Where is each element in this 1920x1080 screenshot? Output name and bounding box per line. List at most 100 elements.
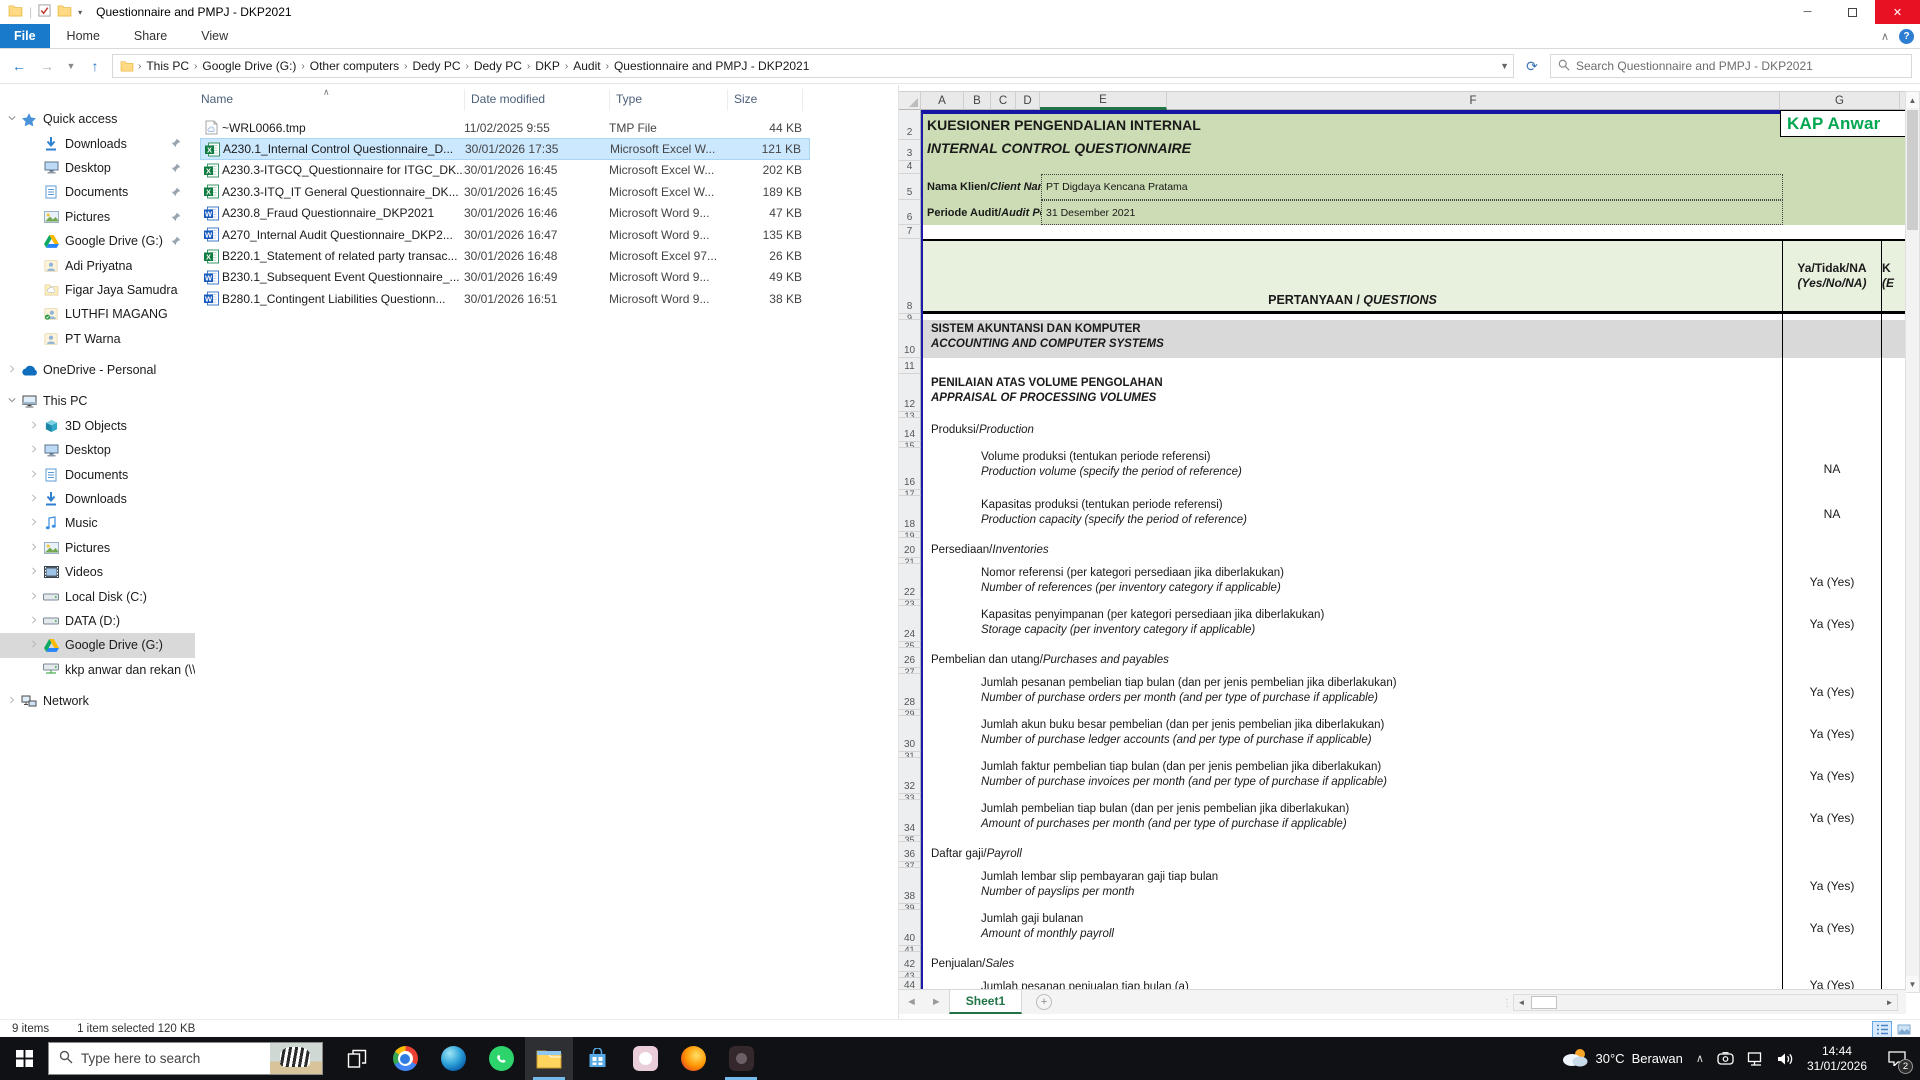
chevron-right-icon[interactable] [26, 592, 42, 602]
file-row[interactable]: XB220.1_Statement of related party trans… [200, 245, 810, 266]
scroll-left-icon[interactable]: ◄ [1514, 998, 1529, 1007]
sidebar-item-pt-warna[interactable]: PT Warna [0, 327, 195, 351]
sidebar-item-desktop[interactable]: Desktop [0, 438, 195, 462]
sidebar-item-google-drive-g[interactable]: Google Drive (G:) [0, 229, 195, 253]
chevron-right-icon[interactable] [26, 567, 42, 577]
chevron-right-icon[interactable] [26, 421, 42, 431]
add-sheet-icon[interactable]: + [1036, 994, 1052, 1010]
new-folder-icon[interactable] [57, 4, 72, 20]
breadcrumb-item[interactable]: DKP [531, 59, 564, 73]
volume-icon[interactable] [1777, 1052, 1794, 1066]
sidebar-item-music[interactable]: Music [0, 511, 195, 535]
breadcrumb-item[interactable]: This PC [142, 59, 193, 73]
sidebar-item-pictures[interactable]: Pictures [0, 536, 195, 560]
scroll-down-icon[interactable]: ▼ [1906, 976, 1919, 992]
start-button[interactable] [0, 1037, 48, 1080]
maximize-button[interactable] [1830, 0, 1875, 24]
sidebar-item-this-pc[interactable]: This PC [0, 389, 195, 413]
column-header-size[interactable]: Size [728, 89, 803, 111]
forward-button[interactable]: → [36, 55, 58, 77]
chevron-down-icon[interactable] [4, 114, 20, 124]
file-row[interactable]: XA230.3-ITQ_IT General Questionnaire_DK.… [200, 181, 810, 202]
sidebar-item-onedrive-personal[interactable]: OneDrive - Personal [0, 358, 195, 382]
breadcrumb-item[interactable]: Google Drive (G:) [198, 59, 300, 73]
menu-tab-home[interactable]: Home [50, 24, 117, 48]
sidebar-item-data-d[interactable]: DATA (D:) [0, 609, 195, 633]
sidebar-item-luthfi-magang[interactable]: LUTHFI MAGANG [0, 302, 195, 326]
chevron-down-icon[interactable] [4, 396, 20, 406]
close-button[interactable]: ✕ [1875, 0, 1920, 24]
preview-vertical-scrollbar[interactable]: ▲ ▼ [1905, 91, 1920, 993]
vertical-scrollbar-thumb[interactable] [1907, 110, 1918, 230]
chevron-right-icon[interactable] [26, 494, 42, 504]
dark-app-taskbar-icon[interactable] [717, 1037, 765, 1080]
search-highlight-image[interactable] [270, 1043, 322, 1074]
breadcrumb-item[interactable]: Dedy PC [470, 59, 526, 73]
chevron-right-icon[interactable] [26, 543, 42, 553]
menu-tab-file[interactable]: File [0, 24, 50, 48]
column-header-date-modified[interactable]: Date modified [465, 89, 610, 111]
back-button[interactable]: ← [8, 55, 30, 77]
breadcrumb-item[interactable]: Dedy PC [408, 59, 464, 73]
properties-check-icon[interactable] [38, 4, 51, 20]
whatsapp-taskbar-icon[interactable] [477, 1037, 525, 1080]
sidebar-item-pictures[interactable]: Pictures [0, 205, 195, 229]
sidebar-item-documents[interactable]: Documents [0, 462, 195, 486]
file-row[interactable]: WA270_Internal Audit Questionnaire_DKP2.… [200, 224, 810, 245]
file-row[interactable]: WB230.1_Subsequent Event Questionnaire_.… [200, 267, 810, 288]
clock[interactable]: 14:44 31/01/2026 [1807, 1044, 1867, 1074]
horizontal-scrollbar-thumb[interactable] [1531, 996, 1557, 1009]
meet-now-icon[interactable] [1717, 1052, 1734, 1065]
chevron-right-icon[interactable] [26, 518, 42, 528]
refresh-icon[interactable]: ⟳ [1520, 55, 1544, 77]
recent-locations-caret-icon[interactable]: ▼ [64, 55, 78, 77]
customize-toolbar-caret-icon[interactable]: ▾ [78, 8, 82, 17]
scroll-right-icon[interactable]: ► [1882, 998, 1897, 1007]
sheet-nav-right-icon[interactable]: ► [924, 996, 949, 1008]
sidebar-item-downloads[interactable]: Downloads [0, 131, 195, 155]
pink-app-taskbar-icon[interactable] [621, 1037, 669, 1080]
chevron-right-icon[interactable] [26, 616, 42, 626]
sidebar-item-figar-jaya-samudra[interactable]: Figar Jaya Samudra [0, 278, 195, 302]
chevron-right-icon[interactable] [4, 365, 20, 375]
breadcrumb-item[interactable]: Other computers [306, 59, 403, 73]
chevron-right-icon[interactable] [26, 640, 42, 650]
sidebar-item-adi-priyatna[interactable]: Adi Priyatna [0, 253, 195, 277]
help-icon[interactable]: ? [1899, 29, 1914, 44]
file-row[interactable]: XA230.1_Internal Control Questionnaire_D… [200, 138, 810, 159]
chevron-right-icon[interactable] [26, 445, 42, 455]
weather-widget[interactable]: 30°C Berawan [1562, 1047, 1683, 1070]
menu-tab-view[interactable]: View [184, 24, 245, 48]
file-row[interactable]: ~WRL0066.tmp11/02/2025 9:55TMP File44 KB [200, 117, 810, 138]
file-row[interactable]: WA230.8_Fraud Questionnaire_DKP202130/01… [200, 203, 810, 224]
tray-expand-icon[interactable]: ∧ [1696, 1052, 1704, 1065]
microsoft-store-taskbar-icon[interactable] [573, 1037, 621, 1080]
preview-horizontal-scrollbar[interactable]: ⋮ ◄ ► [1513, 994, 1898, 1011]
sidebar-item-desktop[interactable]: Desktop [0, 156, 195, 180]
sidebar-item-network[interactable]: Network [0, 689, 195, 713]
scroll-up-icon[interactable]: ▲ [1906, 92, 1919, 108]
action-center-button[interactable]: 2 [1880, 1037, 1914, 1080]
column-header-type[interactable]: Type [610, 89, 728, 111]
search-input[interactable]: Search Questionnaire and PMPJ - DKP2021 [1550, 54, 1912, 78]
sidebar-item-3d-objects[interactable]: 3D Objects [0, 414, 195, 438]
sidebar-item-documents[interactable]: Documents [0, 180, 195, 204]
thumbnail-view-button[interactable] [1894, 1021, 1914, 1038]
edge-taskbar-icon[interactable] [429, 1037, 477, 1080]
minimize-button[interactable]: ─ [1785, 0, 1830, 24]
breadcrumb-item[interactable]: Audit [569, 59, 604, 73]
up-button[interactable]: ↑ [84, 55, 106, 77]
chrome-taskbar-icon[interactable] [381, 1037, 429, 1080]
file-row[interactable]: WB280.1_Contingent Liabilities Questionn… [200, 288, 810, 309]
breadcrumb[interactable]: › This PC›Google Drive (G:)›Other comput… [112, 54, 1514, 78]
chevron-right-icon[interactable] [4, 696, 20, 706]
sidebar-item-videos[interactable]: Videos [0, 560, 195, 584]
chevron-right-icon[interactable] [26, 470, 42, 480]
taskbar-search-input[interactable]: Type here to search [48, 1042, 323, 1075]
sheet-tab[interactable]: Sheet1 [949, 990, 1022, 1014]
menu-tab-share[interactable]: Share [117, 24, 184, 48]
task-view-taskbar-icon[interactable] [333, 1037, 381, 1080]
sidebar-item-downloads[interactable]: Downloads [0, 487, 195, 511]
firefox-taskbar-icon[interactable] [669, 1037, 717, 1080]
address-dropdown-icon[interactable]: ▼ [1500, 61, 1509, 71]
